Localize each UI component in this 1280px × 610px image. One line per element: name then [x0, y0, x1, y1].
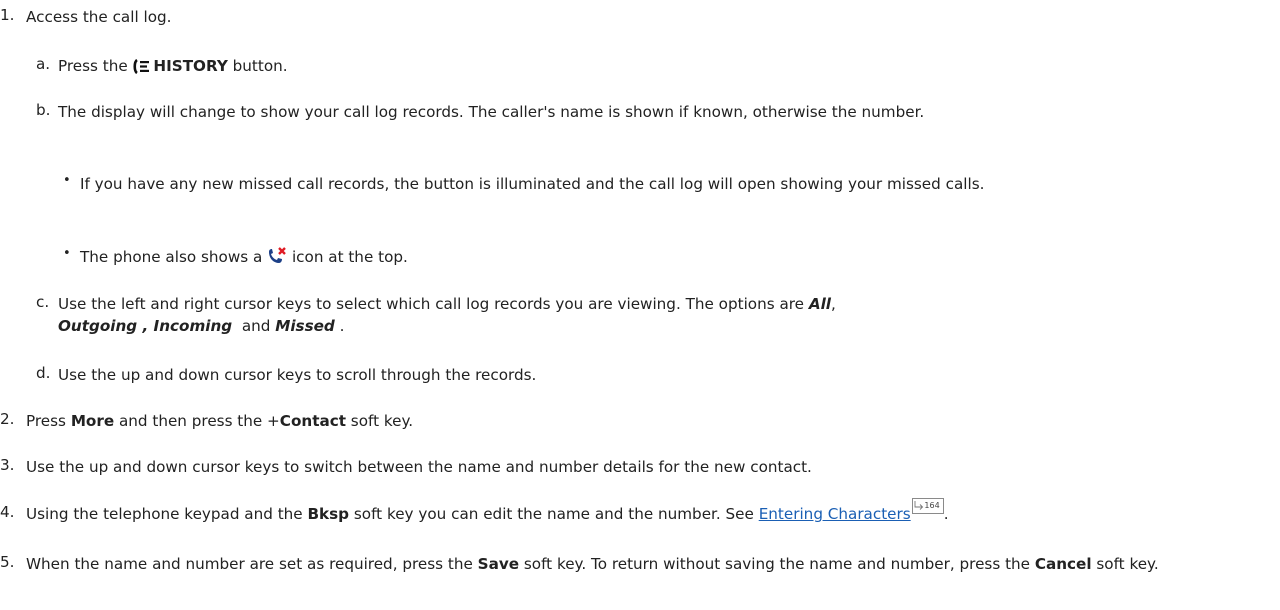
bullet-dot: • — [63, 246, 71, 261]
text-fragment: , — [831, 295, 836, 313]
page-number: 164 — [924, 501, 940, 510]
text-fragment: button. — [227, 57, 288, 75]
bksp-label: Bksp — [307, 505, 350, 523]
step-number: 3. — [0, 456, 15, 474]
substep-label: c. — [36, 293, 50, 311]
text-fragment: Use the left and right cursor keys to se… — [58, 295, 809, 313]
contact-label: Contact — [279, 412, 346, 430]
step-number: 1. — [0, 6, 15, 24]
bullet-text: If you have any new missed call records,… — [80, 175, 985, 193]
text-fragment: and then press the + — [114, 412, 280, 430]
page-reference[interactable]: 164 — [911, 498, 944, 514]
option-all: All — [808, 295, 832, 313]
substep-label: a. — [36, 55, 51, 73]
text-fragment: soft key. — [1091, 555, 1159, 573]
substep-label: b. — [36, 101, 51, 119]
step-text: Use the up and down cursor keys to switc… — [26, 458, 812, 476]
step-text: When the name and number are set as requ… — [26, 553, 1256, 575]
help-page: 1. Access the call log. a. Press the HIS… — [0, 0, 1280, 610]
step-text: Press More and then press the +Contact s… — [26, 410, 413, 432]
text-fragment: . — [943, 505, 949, 523]
text-fragment: , — [137, 317, 154, 335]
substep-text: Use the left and right cursor keys to se… — [58, 293, 1228, 337]
text-fragment: icon at the top. — [287, 248, 408, 266]
text-fragment: soft key you can edit the name and the n… — [349, 505, 759, 523]
option-missed: Missed — [275, 317, 335, 335]
text-fragment: Using the telephone keypad and the — [26, 505, 308, 523]
step-text: Access the call log. — [26, 8, 172, 26]
substep-text: Use the up and down cursor keys to scrol… — [58, 366, 537, 384]
entering-characters-link[interactable]: Entering Characters — [759, 505, 911, 523]
text-fragment: Press — [26, 412, 71, 430]
text-fragment: Press the — [58, 57, 133, 75]
cancel-label: Cancel — [1034, 555, 1092, 573]
substep-text: Press the HISTORY button. — [58, 55, 288, 77]
option-incoming: Incoming — [153, 317, 233, 335]
missed-call-icon — [269, 247, 286, 263]
history-icon — [133, 59, 149, 74]
text-fragment: soft key. — [345, 412, 414, 430]
option-outgoing: Outgoing — [58, 317, 138, 335]
text-fragment: soft key. To return without saving the n… — [519, 555, 1035, 573]
step-number: 4. — [0, 503, 15, 521]
bullet-text: The phone also shows a icon at the top. — [80, 246, 408, 268]
more-label: More — [70, 412, 115, 430]
substep-text: The display will change to show your cal… — [58, 103, 925, 121]
substep-label: d. — [36, 364, 51, 382]
step-number: 2. — [0, 410, 15, 428]
text-fragment: and — [232, 317, 276, 335]
text-fragment: . — [334, 317, 345, 335]
history-label: HISTORY — [153, 57, 228, 75]
bullet-dot: • — [63, 173, 71, 188]
step-number: 5. — [0, 553, 15, 571]
text-fragment: When the name and number are set as requ… — [26, 555, 478, 573]
step-text: Using the telephone keypad and the Bksp … — [26, 498, 1256, 525]
save-label: Save — [477, 555, 520, 573]
text-fragment: The phone also shows a — [80, 248, 268, 266]
